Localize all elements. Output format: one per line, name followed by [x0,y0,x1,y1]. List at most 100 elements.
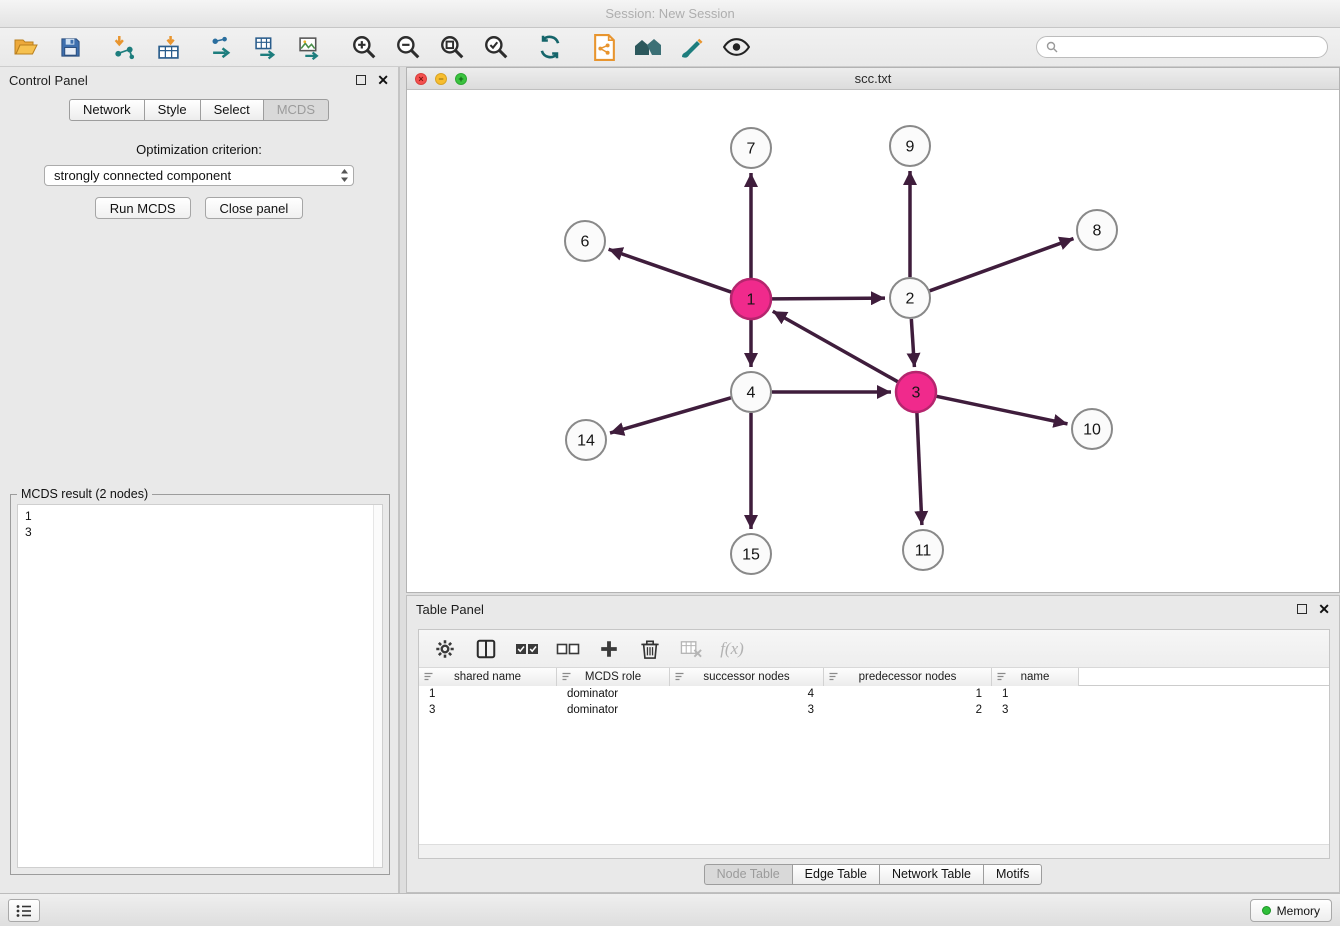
close-panel-button[interactable]: Close panel [205,197,304,219]
graph-node-3[interactable]: 3 [896,372,936,412]
close-table-panel-icon[interactable]: ✕ [1318,604,1330,614]
network-view-window: × − + scc.txt 7968124314101511 [406,67,1340,593]
column-header-successor-nodes[interactable]: successor nodes [670,668,824,686]
window-titlebar: Session: New Session [0,0,1340,28]
export-image-icon[interactable] [296,33,324,61]
tab-style[interactable]: Style [144,99,201,121]
table-horizontal-scrollbar[interactable] [419,844,1329,858]
run-mcds-button[interactable]: Run MCDS [95,197,191,219]
graph-edge-3-1[interactable] [773,311,898,381]
graph-node-7[interactable]: 7 [731,128,771,168]
save-session-icon[interactable] [56,33,84,61]
cell[interactable]: 1 [824,686,992,702]
graph-node-4[interactable]: 4 [731,372,771,412]
cell[interactable]: 4 [670,686,824,702]
graph-node-15[interactable]: 15 [731,534,771,574]
close-window-icon[interactable]: × [415,73,427,85]
apply-layout-icon[interactable] [536,33,564,61]
tab-mcds[interactable]: MCDS [263,99,329,121]
deselect-all-icon[interactable] [556,637,580,661]
graph-edge-1-2[interactable] [772,298,885,299]
graph-node-14[interactable]: 14 [566,420,606,460]
table-row[interactable]: 1dominator411 [419,686,1329,702]
add-row-icon[interactable] [597,637,621,661]
cell[interactable]: 3 [419,702,557,718]
zoom-out-icon[interactable] [394,33,422,61]
export-table-icon[interactable] [252,33,280,61]
zoom-selected-icon[interactable] [482,33,510,61]
delete-table-icon[interactable] [679,637,703,661]
export-network-icon[interactable] [208,33,236,61]
open-session-icon[interactable] [12,33,40,61]
float-panel-icon[interactable] [356,75,366,85]
import-table-icon[interactable] [154,33,182,61]
cell[interactable]: 1 [419,686,557,702]
graph-node-9[interactable]: 9 [890,126,930,166]
graph-node-8[interactable]: 8 [1077,210,1117,250]
cell[interactable]: 1 [992,686,1079,702]
cell[interactable]: dominator [557,702,670,718]
delete-row-icon[interactable] [638,637,662,661]
criterion-select[interactable]: strongly connected component [44,165,354,186]
float-table-panel-icon[interactable] [1297,604,1307,614]
tab-edge-table[interactable]: Edge Table [792,864,880,885]
tab-select[interactable]: Select [200,99,264,121]
column-header-name[interactable]: name [992,668,1079,686]
column-header-label: successor nodes [703,671,789,683]
graph-edge-2-3[interactable] [911,319,914,367]
columns-icon[interactable] [474,637,498,661]
select-all-icon[interactable] [515,637,539,661]
tab-network[interactable]: Network [69,99,145,121]
cell[interactable]: 3 [992,702,1079,718]
cell[interactable]: dominator [557,686,670,702]
graph-edge-4-14[interactable] [610,398,731,433]
mcds-result-box[interactable]: 1 3 [17,504,383,868]
table-toolbar: f(x) [419,630,1329,668]
network-graph: 7 9 6 8 1 2 4 3 14 10 15 11 [407,90,1339,592]
status-bar: Memory [0,893,1340,926]
mcds-result-text: 1 3 [18,505,373,867]
toolbar-search-input[interactable] [1064,40,1318,54]
graph-node-11[interactable]: 11 [903,530,943,570]
zoom-fit-icon[interactable] [438,33,466,61]
close-panel-icon[interactable]: ✕ [377,75,389,85]
column-header-shared-name[interactable]: shared name [419,668,557,686]
svg-text:3: 3 [912,385,921,402]
graph-node-10[interactable]: 10 [1072,409,1112,449]
cell[interactable]: 3 [670,702,824,718]
style-brush-icon[interactable] [678,33,706,61]
tab-node-table[interactable]: Node Table [704,864,793,885]
search-box[interactable] [1036,36,1328,58]
graph-node-6[interactable]: 6 [565,221,605,261]
graph-edge-3-11[interactable] [917,413,922,525]
tab-network-table[interactable]: Network Table [879,864,984,885]
tab-motifs[interactable]: Motifs [983,864,1042,885]
graph-node-1[interactable]: 1 [731,279,771,319]
memory-button[interactable]: Memory [1250,899,1332,922]
task-history-button[interactable] [8,899,40,922]
svg-text:11: 11 [915,543,932,560]
svg-text:6: 6 [581,234,590,251]
minimize-window-icon[interactable]: − [435,73,447,85]
zoom-in-icon[interactable] [350,33,378,61]
column-header-predecessor-nodes[interactable]: predecessor nodes [824,668,992,686]
column-header-mcds-role[interactable]: MCDS role [557,668,670,686]
cell[interactable]: 2 [824,702,992,718]
table-row[interactable]: 3dominator323 [419,702,1329,718]
graph-edge-2-8[interactable] [930,239,1074,291]
graph-node-2[interactable]: 2 [890,278,930,318]
settings-icon[interactable] [433,637,457,661]
home-icon[interactable] [634,33,662,61]
network-document-icon[interactable] [590,33,618,61]
show-hide-icon[interactable] [722,33,750,61]
table-frame: f(x) shared nameMCDS role successor nodes… [418,629,1330,859]
graph-edge-3-10[interactable] [937,396,1068,424]
import-network-icon[interactable] [110,33,138,61]
maximize-window-icon[interactable]: + [455,73,467,85]
function-builder-button[interactable]: f(x) [720,637,744,661]
graph-edge-1-6[interactable] [609,249,732,292]
network-canvas[interactable]: 7 9 6 8 1 2 4 3 14 10 15 11 [407,90,1339,592]
result-scrollbar[interactable] [373,505,382,867]
svg-text:7: 7 [747,141,756,158]
window-title: Session: New Session [605,6,734,21]
